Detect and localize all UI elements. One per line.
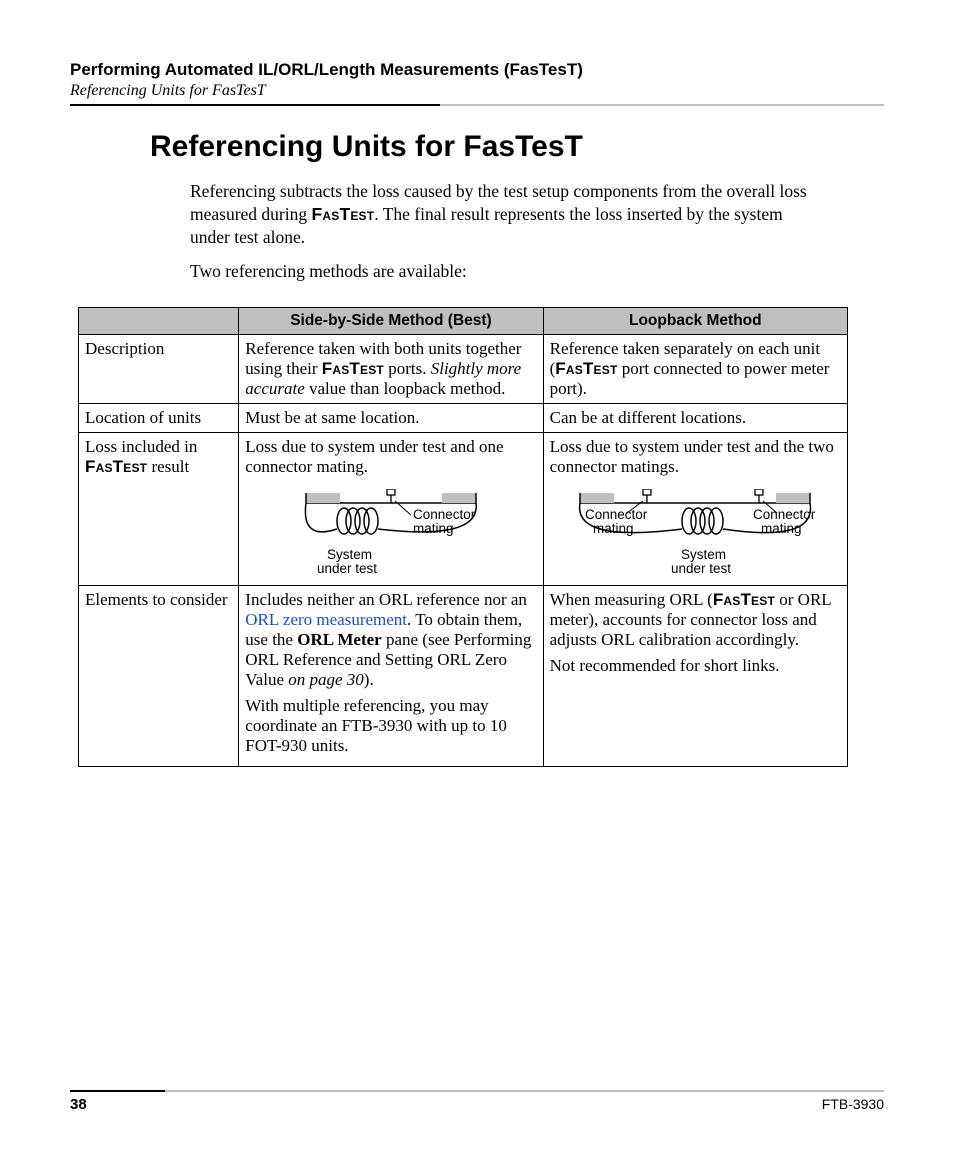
cell-desc-b: Reference taken separately on each unit … — [543, 335, 847, 404]
svg-text:System: System — [681, 547, 726, 562]
svg-text:Connector: Connector — [585, 507, 648, 522]
fastest-term: FasTest — [85, 457, 147, 476]
fastest-term: FasTest — [322, 359, 384, 378]
svg-text:mating: mating — [593, 521, 634, 536]
chapter-subheading: Referencing Units for FasTesT — [70, 82, 884, 100]
svg-text:mating: mating — [761, 521, 802, 536]
svg-text:under test: under test — [671, 561, 731, 576]
table-row: Loss included in FasTest result Loss due… — [79, 433, 848, 586]
cell-loss-a: Loss due to system under test and one co… — [239, 433, 543, 586]
cell-elem-b: When measuring ORL (FasTest or ORL meter… — [543, 586, 847, 767]
fastest-term: FasTest — [312, 204, 375, 224]
table-row: Location of units Must be at same locati… — [79, 404, 848, 433]
orl-zero-link[interactable]: ORL zero measurement — [245, 610, 407, 629]
intro-paragraph-1: Referencing subtracts the loss caused by… — [190, 180, 824, 248]
table-header-row: Side-by-Side Method (Best) Loopback Meth… — [79, 308, 848, 335]
fastest-term: FasTest — [713, 590, 775, 609]
diagram-loopback: Connector mating Connector mating System… — [550, 483, 841, 581]
col-header-side-by-side: Side-by-Side Method (Best) — [239, 308, 543, 335]
row-label-description: Description — [79, 335, 239, 404]
fastest-term: FasTest — [555, 359, 617, 378]
header-rule — [70, 104, 884, 106]
svg-text:mating: mating — [413, 521, 454, 536]
cell-loss-b: Loss due to system under test and the tw… — [543, 433, 847, 586]
intro-paragraph-2: Two referencing methods are available: — [190, 260, 824, 283]
page-number: 38 — [70, 1096, 87, 1113]
svg-text:Connector: Connector — [753, 507, 816, 522]
page: Performing Automated IL/ORL/Length Measu… — [0, 0, 954, 1159]
row-label-location: Location of units — [79, 404, 239, 433]
table-row: Description Reference taken with both un… — [79, 335, 848, 404]
cell-elem-a: Includes neither an ORL reference nor an… — [239, 586, 543, 767]
table-corner — [79, 308, 239, 335]
methods-table: Side-by-Side Method (Best) Loopback Meth… — [78, 307, 848, 767]
doc-id: FTB-3930 — [822, 1096, 884, 1113]
chapter-heading: Performing Automated IL/ORL/Length Measu… — [70, 60, 884, 80]
svg-text:under test: under test — [317, 561, 377, 576]
page-footer: 38 FTB-3930 — [70, 1090, 884, 1113]
diagram-side-by-side: Connector mating System under test — [245, 483, 536, 581]
row-label-loss: Loss included in FasTest result — [79, 433, 239, 586]
cell-desc-a: Reference taken with both units together… — [239, 335, 543, 404]
section-title: Referencing Units for FasTesT — [150, 130, 884, 164]
cell-loc-a: Must be at same location. — [239, 404, 543, 433]
diagram-label: Connector — [413, 507, 476, 522]
col-header-loopback: Loopback Method — [543, 308, 847, 335]
svg-text:System: System — [327, 547, 372, 562]
row-label-elements: Elements to consider — [79, 586, 239, 767]
cell-loc-b: Can be at different locations. — [543, 404, 847, 433]
table-row: Elements to consider Includes neither an… — [79, 586, 848, 767]
